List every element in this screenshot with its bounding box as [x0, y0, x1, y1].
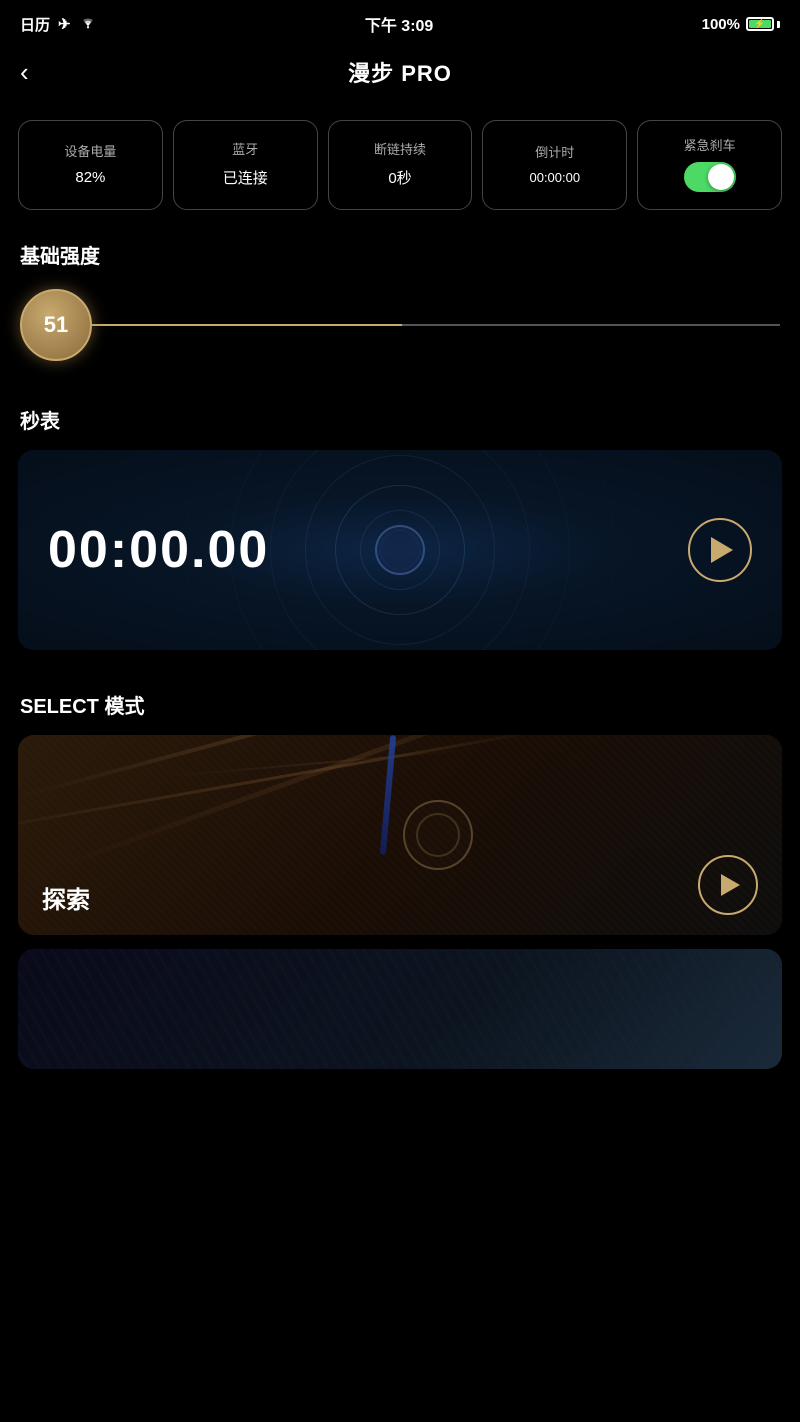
status-left: 日历 ✈ [20, 14, 97, 35]
stopwatch-section: 秒表 00:00.00 [0, 395, 800, 680]
chain-break-label: 断链持续 [374, 142, 426, 159]
stopwatch-display: 00:00.00 [48, 520, 688, 580]
stopwatch-container: 00:00.00 [0, 450, 800, 680]
slider-section: 51 [0, 285, 800, 395]
battery-icon: ⚡ [746, 17, 780, 31]
bluetooth-card[interactable]: 蓝牙 已连接 [173, 120, 318, 210]
status-right: 100% ⚡ [702, 16, 780, 33]
nav-bar: ‹ 漫步 PRO [0, 44, 800, 100]
mode-cards-container: 探索 [0, 735, 800, 1089]
info-cards-row: 设备电量 82% 蓝牙 已连接 断链持续 0秒 倒计时 00:00:00 紧急刹… [0, 100, 800, 230]
explore-play-button[interactable] [698, 855, 758, 915]
device-battery-card[interactable]: 设备电量 82% [18, 120, 163, 210]
bluetooth-value: 已连接 [223, 167, 268, 188]
bluetooth-label: 蓝牙 [232, 142, 258, 159]
base-intensity-label: 基础强度 [0, 230, 800, 285]
chain-break-card[interactable]: 断链持续 0秒 [328, 120, 473, 210]
select-mode-label: SELECT 模式 [0, 680, 800, 735]
second-mode-content [18, 949, 782, 1069]
stopwatch-content: 00:00.00 [18, 450, 782, 650]
device-battery-value: 82% [75, 169, 105, 186]
device-battery-label: 设备电量 [64, 144, 116, 161]
countdown-card[interactable]: 倒计时 00:00:00 [482, 120, 627, 210]
calendar-icon: 日历 [20, 14, 50, 35]
explore-play-icon [721, 874, 740, 896]
play-icon [711, 537, 733, 563]
toggle-thumb [708, 164, 734, 190]
battery-percent: 100% [702, 16, 740, 33]
status-time: 下午 3:09 [365, 12, 433, 36]
wifi-icon [79, 15, 97, 33]
slider-thumb[interactable]: 51 [20, 289, 92, 361]
slider-container[interactable]: 51 [20, 285, 780, 365]
emergency-brake-card[interactable]: 紧急刹车 [637, 120, 782, 210]
back-button[interactable]: ‹ [20, 57, 29, 88]
stopwatch-play-button[interactable] [688, 518, 752, 582]
explore-mode-card[interactable]: 探索 [18, 735, 782, 935]
select-mode-section: SELECT 模式 探索 [0, 680, 800, 1089]
base-intensity-section: 基础强度 51 [0, 230, 800, 395]
page-title: 漫步 PRO [348, 56, 452, 88]
slider-value: 51 [44, 312, 68, 338]
explore-mode-label: 探索 [42, 880, 90, 915]
airplane-icon: ✈ [58, 15, 71, 33]
second-mode-card[interactable] [18, 949, 782, 1069]
countdown-value: 00:00:00 [529, 170, 580, 185]
explore-card-content: 探索 [18, 735, 782, 935]
slider-fill [92, 324, 402, 326]
emergency-brake-label: 紧急刹车 [684, 138, 736, 155]
stopwatch-card: 00:00.00 [18, 450, 782, 650]
status-bar: 日历 ✈ 下午 3:09 100% ⚡ [0, 0, 800, 44]
stopwatch-label: 秒表 [0, 395, 800, 450]
chain-break-value: 0秒 [388, 167, 411, 188]
countdown-label: 倒计时 [535, 145, 574, 162]
emergency-brake-toggle[interactable] [684, 162, 736, 192]
stopwatch-center-dot [375, 525, 425, 575]
slider-track[interactable] [92, 324, 780, 326]
